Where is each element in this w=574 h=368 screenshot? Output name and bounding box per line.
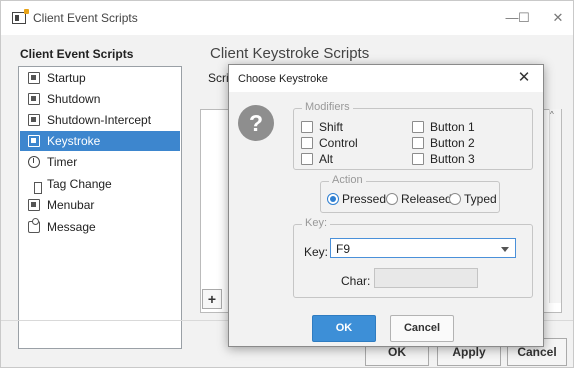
question-icon: ? bbox=[238, 105, 274, 141]
typed-radio[interactable]: Typed bbox=[449, 192, 497, 208]
window-titlebar: Client Event Scripts — ☐ ✕ bbox=[1, 1, 573, 35]
checkbox-label: Button 2 bbox=[430, 136, 475, 150]
pressed-radio[interactable]: Pressed bbox=[327, 192, 386, 208]
sidebar-item-startup[interactable]: Startup bbox=[20, 68, 180, 88]
timer-icon bbox=[28, 156, 40, 168]
sidebar-item-tag-change[interactable]: Tag Change bbox=[20, 174, 180, 194]
shift-checkbox[interactable]: Shift bbox=[301, 120, 343, 136]
add-script-button[interactable]: + bbox=[202, 289, 222, 309]
radio-button[interactable] bbox=[449, 193, 461, 205]
checkbox-box[interactable] bbox=[301, 153, 313, 165]
sidebar-item-label: Tag Change bbox=[47, 177, 112, 191]
checkbox-label: Button 1 bbox=[430, 120, 475, 134]
menubar-icon bbox=[28, 199, 40, 211]
sidebar-item-shutdown-intercept[interactable]: Shutdown-Intercept bbox=[20, 110, 180, 130]
sidebar-list: Startup Shutdown Shutdown-Intercept Keys… bbox=[18, 66, 182, 349]
sidebar-item-label: Startup bbox=[47, 71, 86, 85]
button3-checkbox[interactable]: Button 3 bbox=[412, 152, 475, 168]
alt-checkbox[interactable]: Alt bbox=[301, 152, 333, 168]
startup-icon bbox=[28, 72, 40, 84]
sidebar-item-label: Message bbox=[47, 220, 96, 234]
key-legend: Key: bbox=[302, 217, 331, 229]
modifiers-legend: Modifiers bbox=[302, 101, 353, 113]
checkbox-box[interactable] bbox=[412, 137, 424, 149]
checkbox-label: Button 3 bbox=[430, 152, 475, 166]
released-radio[interactable]: Released bbox=[386, 192, 452, 208]
main-panel-title: Client Keystroke Scripts bbox=[210, 45, 370, 62]
dialog-titlebar: Choose Keystroke ✕ bbox=[229, 65, 543, 92]
dialog-cancel-button[interactable]: Cancel bbox=[390, 315, 454, 342]
window-close-button[interactable]: ✕ bbox=[548, 9, 568, 27]
sidebar-item-message[interactable]: Message bbox=[20, 217, 180, 237]
button2-checkbox[interactable]: Button 2 bbox=[412, 136, 475, 152]
char-field[interactable] bbox=[374, 268, 478, 288]
key-dropdown-value: F9 bbox=[336, 242, 351, 256]
sidebar-item-label: Menubar bbox=[47, 198, 95, 212]
tag-change-icon bbox=[28, 178, 42, 194]
sidebar-item-keystroke[interactable]: Keystroke bbox=[20, 131, 180, 151]
checkbox-label: Alt bbox=[319, 152, 334, 166]
radio-label: Released bbox=[401, 192, 452, 206]
scroll-up-arrow-icon[interactable]: ^ bbox=[550, 110, 554, 119]
sidebar-item-label: Timer bbox=[47, 155, 78, 169]
editor-vertical-scrollbar[interactable] bbox=[549, 109, 561, 303]
key-label: Key: bbox=[304, 245, 329, 259]
window-title: Client Event Scripts bbox=[33, 11, 138, 25]
checkbox-box[interactable] bbox=[301, 137, 313, 149]
keystroke-icon bbox=[28, 135, 40, 147]
action-legend: Action bbox=[329, 174, 366, 186]
sidebar-item-label: Shutdown-Intercept bbox=[47, 113, 152, 127]
checkbox-box[interactable] bbox=[412, 153, 424, 165]
sidebar-item-label: Shutdown bbox=[47, 92, 101, 106]
checkbox-box[interactable] bbox=[412, 121, 424, 133]
chevron-down-icon[interactable] bbox=[501, 247, 509, 252]
sidebar-item-label: Keystroke bbox=[47, 134, 101, 148]
sidebar-item-timer[interactable]: Timer bbox=[20, 152, 180, 172]
key-dropdown[interactable]: F9 bbox=[330, 238, 516, 258]
action-group: Action Pressed Released Typed bbox=[320, 174, 500, 213]
char-label: Char: bbox=[341, 274, 371, 288]
message-icon bbox=[28, 218, 40, 233]
sidebar-item-menubar[interactable]: Menubar bbox=[20, 195, 180, 215]
checkbox-label: Shift bbox=[319, 120, 344, 134]
app-icon bbox=[12, 9, 29, 24]
choose-keystroke-dialog: Choose Keystroke ✕ ? Modifiers Shift But… bbox=[228, 64, 544, 347]
radio-button[interactable] bbox=[327, 193, 339, 205]
sidebar-title: Client Event Scripts bbox=[20, 47, 134, 61]
control-checkbox[interactable]: Control bbox=[301, 136, 358, 152]
shutdown-intercept-icon bbox=[28, 114, 40, 126]
dialog-title: Choose Keystroke bbox=[238, 73, 328, 85]
modifiers-group: Modifiers Shift Button 1 Control Button … bbox=[293, 101, 533, 170]
dialog-close-button[interactable]: ✕ bbox=[515, 69, 533, 87]
shutdown-icon bbox=[28, 93, 40, 105]
maximize-button[interactable]: ☐ bbox=[514, 9, 534, 27]
checkbox-box[interactable] bbox=[301, 121, 313, 133]
dialog-ok-button[interactable]: OK bbox=[312, 315, 376, 342]
radio-button[interactable] bbox=[386, 193, 398, 205]
checkbox-label: Control bbox=[319, 136, 358, 150]
sidebar-item-shutdown[interactable]: Shutdown bbox=[20, 89, 180, 109]
button1-checkbox[interactable]: Button 1 bbox=[412, 120, 475, 136]
radio-label: Typed bbox=[464, 192, 497, 206]
radio-label: Pressed bbox=[342, 192, 387, 206]
